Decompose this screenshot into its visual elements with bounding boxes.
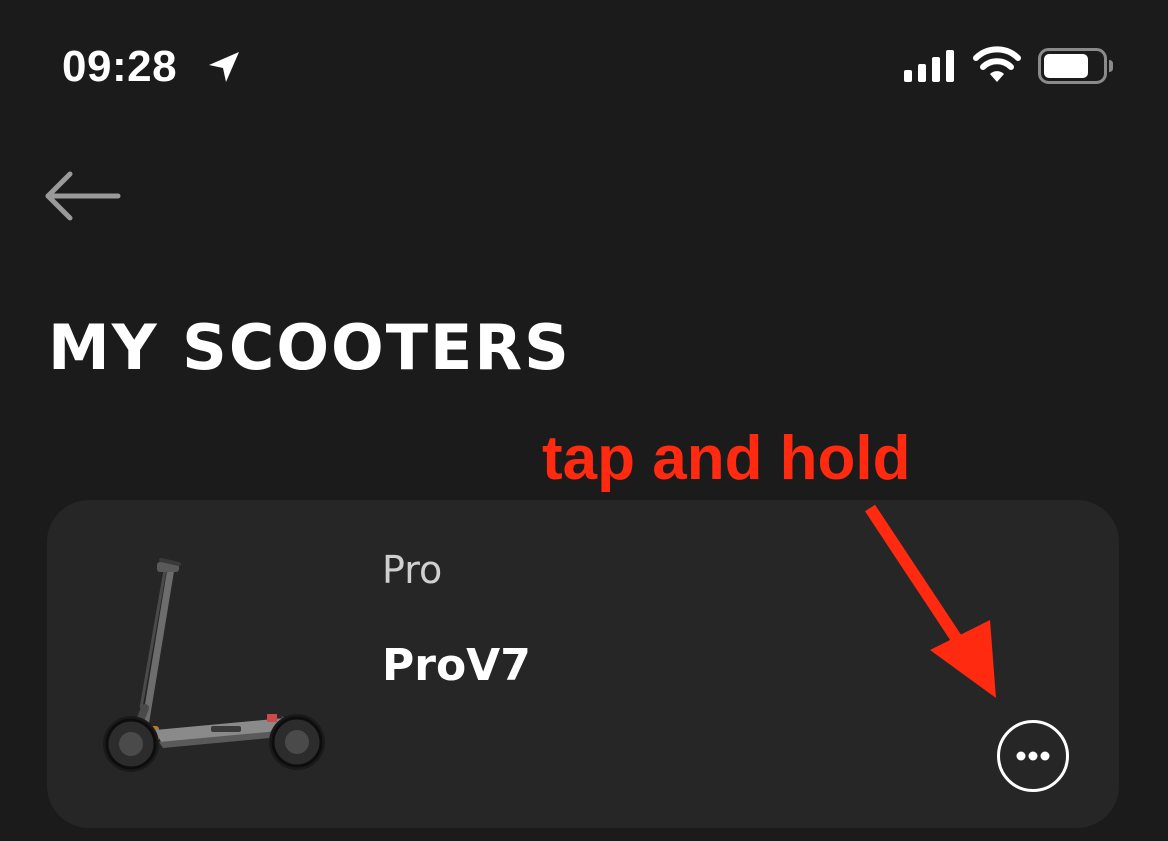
back-button[interactable] [40,166,126,226]
location-arrow-icon [209,52,239,82]
cellular-signal-icon [904,50,954,82]
wifi-icon [973,46,1021,82]
status-time: 09:28 [62,42,178,91]
annotation-arrow [864,504,996,698]
more-options-button[interactable] [997,720,1069,792]
annotation-text: tap and hold [542,424,911,493]
battery-icon [1038,48,1113,84]
scooters-screen: 09:28 MY SCOOTERS tap and hold Pro ProV7 [0,0,1168,841]
arrow-left-icon [45,171,121,221]
scooter-series: Pro [382,548,443,592]
scooter-name: ProV7 [382,640,531,691]
more-horizontal-icon [1016,751,1050,761]
scooter-image [103,558,325,772]
page-title: MY SCOOTERS [48,311,571,384]
